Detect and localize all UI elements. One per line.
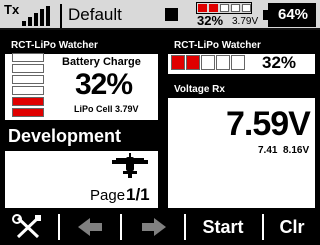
battery-percent-value: 32% (262, 53, 297, 72)
model-name[interactable]: Default (60, 4, 122, 28)
cell-5 (231, 55, 245, 70)
start-label: Start (202, 217, 244, 237)
stop-icon (165, 8, 178, 21)
cell-1 (171, 55, 185, 70)
widget-title: RCT-LiPo Watcher (5, 38, 158, 54)
cell-5 (12, 97, 44, 106)
rx-battery-voltage: 3.79V (232, 16, 259, 27)
widget-title: Voltage Rx (168, 82, 315, 98)
lipo-cell-voltage: LiPo Cell 3.79V (74, 104, 139, 114)
cell-1 (12, 53, 44, 62)
cell-4 (216, 55, 230, 70)
signal-strength-icon (14, 6, 54, 26)
battery-charge-value: 32% (75, 68, 133, 101)
widget-title: RCT-LiPo Watcher (168, 38, 315, 54)
tools-button[interactable] (0, 214, 56, 240)
tx-battery-percent: 64% (277, 6, 309, 23)
voltage-rx-value: 7.59V (226, 105, 311, 143)
start-button[interactable]: Start (184, 214, 260, 240)
clear-button[interactable]: Clr (262, 214, 320, 240)
voltage-rx-min: 7.41 (258, 145, 278, 156)
battery-cells-gauge (12, 53, 46, 117)
arrow-right-icon (142, 218, 166, 236)
page-number: 1/1 (126, 185, 150, 204)
previous-button[interactable] (58, 214, 118, 240)
rx-battery-percent: 32% (197, 13, 224, 28)
wrench-screwdriver-icon (12, 214, 41, 239)
voltage-rx-max: 8.16V (283, 145, 310, 156)
cell-4 (12, 86, 44, 95)
development-title: Development (8, 126, 122, 146)
cell-6 (12, 108, 44, 117)
clear-label: Clr (279, 217, 305, 237)
arrow-left-icon (78, 218, 102, 236)
battery-cells-bar (171, 55, 251, 71)
airplane-icon (112, 153, 148, 178)
cell-2 (186, 55, 200, 70)
page-label: Page (90, 187, 126, 204)
cell-3 (201, 55, 215, 70)
cell-3 (12, 75, 44, 84)
next-button[interactable] (120, 214, 182, 240)
battery-charge-label: Battery Charge (62, 56, 141, 68)
cell-2 (12, 64, 44, 73)
